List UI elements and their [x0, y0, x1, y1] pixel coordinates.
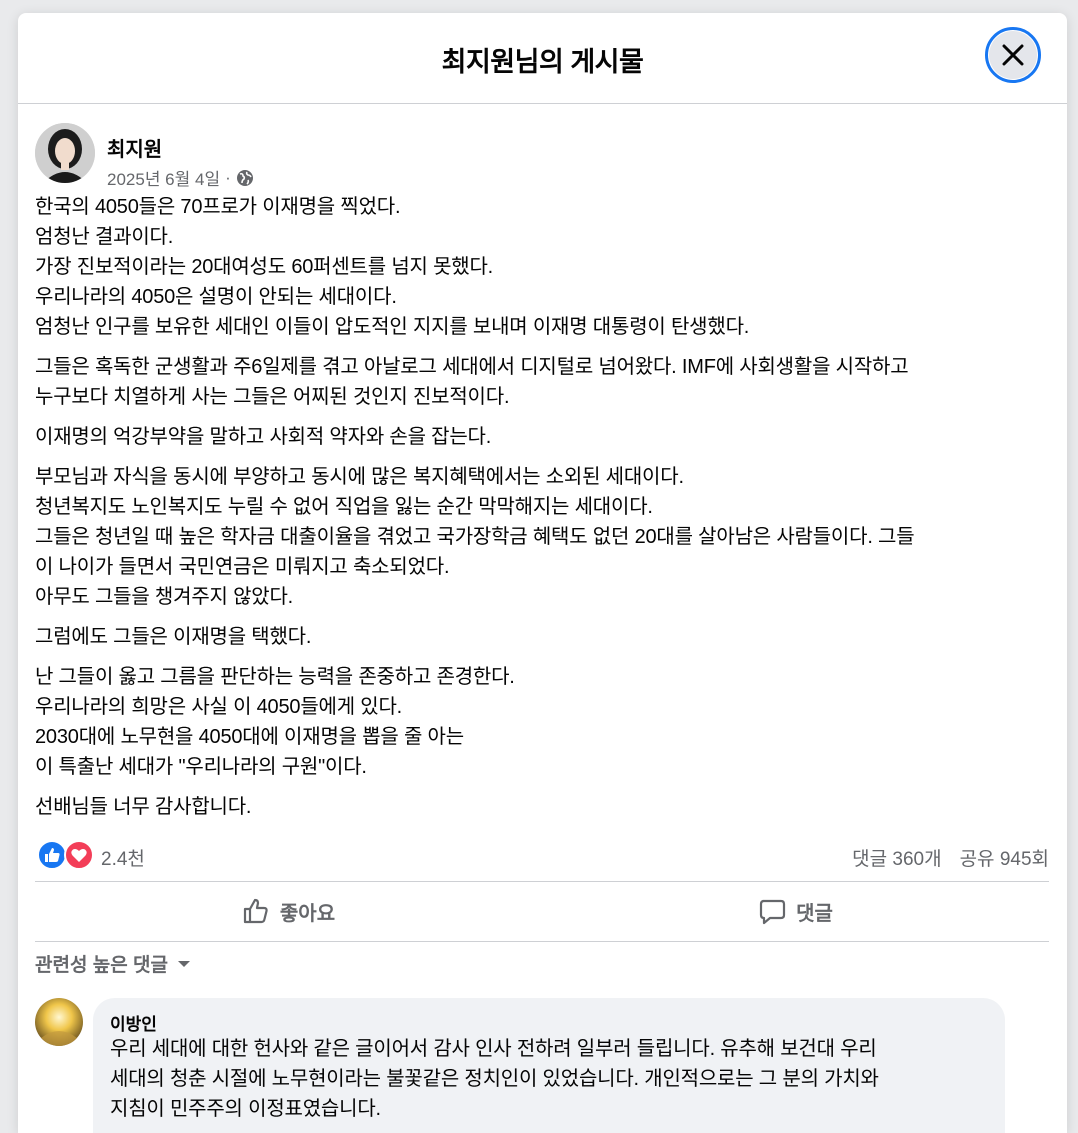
author-avatar[interactable] [35, 123, 95, 183]
post-line: 엄청난 인구를 보유한 세대인 이들이 압도적인 지지를 보내며 이재명 대통령… [35, 316, 750, 338]
post-line: 청년복지도 노인복지도 누릴 수 없어 직업을 잃는 순간 막막해지는 세대이다… [35, 496, 653, 518]
modal-header: 최지원님의 게시물 [18, 13, 1067, 104]
post-line: 엄청난 결과이다. [35, 226, 174, 248]
author-name[interactable]: 최지원 [107, 133, 162, 162]
reaction-count[interactable]: 2.4천 [101, 844, 145, 871]
post-paragraph: 한국의 4050들은 70프로가 이재명을 찍었다. 엄청난 결과이다. 가장 진보… [35, 192, 1045, 342]
post-line: 그럼에도 그들은 이재명을 택했다. [35, 626, 312, 648]
post-paragraph: 선배님들 너무 감사합니다. [35, 792, 1045, 822]
comment-line: 우리 세대에 대한 헌사와 같은 글이어서 감사 인사 전하려 일부러 들립니다… [110, 1038, 877, 1060]
caret-down-icon [177, 960, 190, 967]
post-date[interactable]: 2025년 6월 4일 [107, 165, 220, 190]
like-icon [37, 840, 67, 870]
thumbs-up-icon [243, 898, 268, 924]
post-text: 한국의 4050들은 70프로가 이재명을 찍었다. 엄청난 결과이다. 가장 진보… [35, 192, 1045, 832]
post-line: 난 그들이 옳고 그름을 판단하는 능력을 존중하고 존경한다. [35, 666, 515, 688]
post-line: 우리나라의 4050은 설명이 안되는 세대이다. [35, 286, 397, 308]
post-header: 최지원 2025년 6월 4일 · [35, 123, 1035, 189]
post-meta: 2025년 6월 4일 · [107, 165, 254, 190]
close-icon [1002, 44, 1024, 66]
reactions-row: 2.4천 댓글 360개 공유 945회 [35, 839, 1049, 873]
comment-icon [759, 899, 786, 925]
post-line: 한국의 4050들은 70프로가 이재명을 찍었다. [35, 196, 401, 218]
share-count[interactable]: 공유 945회 [960, 844, 1049, 871]
close-button[interactable] [985, 27, 1041, 83]
divider [35, 941, 1049, 942]
comment-label: 댓글 [796, 902, 833, 925]
post-line: 이 특출난 세대가 "우리나라의 구원"이다. [35, 756, 367, 778]
love-icon [64, 840, 94, 870]
globe-icon [236, 169, 253, 186]
action-bar: 좋아요 댓글 [35, 882, 1049, 940]
post-paragraph: 이재명의 억강부약을 말하고 사회적 약자와 손을 잡는다. [35, 422, 1045, 452]
reaction-icons[interactable] [37, 840, 94, 870]
comment-sort-dropdown[interactable]: 관련성 높은 댓글 [35, 950, 192, 977]
post-line: 이 나이가 들면서 국민연금은 미뤄지고 축소되었다. [35, 556, 450, 578]
comment-line: 지침이 민주주의 이정표였습니다. [110, 1098, 381, 1120]
commenter-photo [35, 998, 83, 1046]
modal-title: 최지원님의 게시물 [441, 47, 644, 77]
author-photo [35, 123, 95, 183]
comment-bubble: 이방인 우리 세대에 대한 헌사와 같은 글이어서 감사 인사 전하려 일부러 … [93, 998, 1005, 1133]
commenter-name[interactable]: 이방인 [110, 1010, 157, 1035]
sort-label: 관련성 높은 댓글 [35, 955, 168, 976]
post-line: 이재명의 억강부약을 말하고 사회적 약자와 손을 잡는다. [35, 426, 492, 448]
post-line: 그들은 청년일 때 높은 학자금 대출이율을 겪었고 국가장학금 혜택도 없던 … [35, 526, 915, 548]
post-line: 아무도 그들을 챙겨주지 않았다. [35, 586, 294, 608]
comment-text: 우리 세대에 대한 헌사와 같은 글이어서 감사 인사 전하려 일부러 들립니다… [110, 1034, 990, 1124]
post-line: 우리나라의 희망은 사실 이 4050들에게 있다. [35, 696, 403, 718]
comment-line: 세대의 청춘 시절에 노무현이라는 불꽃같은 정치인이 있었습니다. 개인적으로… [110, 1068, 879, 1090]
comment-count[interactable]: 댓글 360개 [852, 844, 941, 871]
meta-separator: · [225, 167, 231, 187]
post-line: 2030대에 노무현을 4050대에 이재명을 뽑을 줄 아는 [35, 726, 464, 748]
comment-button[interactable]: 댓글 [542, 882, 1049, 940]
post-line: 누구보다 치열하게 사는 그들은 어찌된 것인지 진보적이다. [35, 386, 510, 408]
commenter-avatar[interactable] [35, 998, 83, 1046]
post-stats: 댓글 360개 공유 945회 [852, 844, 1049, 871]
post-line: 가장 진보적이라는 20대여성도 60퍼센트를 넘지 못했다. [35, 256, 494, 278]
post-line: 선배님들 너무 감사합니다. [35, 796, 252, 818]
post-paragraph: 부모님과 자식을 동시에 부양하고 동시에 많은 복지혜택에서는 소외된 세대이… [35, 462, 1045, 612]
post-paragraph: 난 그들이 옳고 그름을 판단하는 능력을 존중하고 존경한다. 우리나라의 희망… [35, 662, 1045, 782]
like-label: 좋아요 [279, 902, 336, 925]
post-paragraph: 그들은 혹독한 군생활과 주6일제를 겪고 아날로그 세대에서 디지털로 넘어왔… [35, 352, 1045, 412]
post-line: 그들은 혹독한 군생활과 주6일제를 겪고 아날로그 세대에서 디지털로 넘어왔… [35, 356, 909, 378]
post-line: 부모님과 자식을 동시에 부양하고 동시에 많은 복지혜택에서는 소외된 세대이… [35, 466, 684, 488]
like-button[interactable]: 좋아요 [35, 882, 542, 940]
post-modal: 최지원님의 게시물 최지원 2025년 6월 4일 · 한국의 4050들은 7… [18, 13, 1067, 1133]
post-paragraph: 그럼에도 그들은 이재명을 택했다. [35, 622, 1045, 652]
